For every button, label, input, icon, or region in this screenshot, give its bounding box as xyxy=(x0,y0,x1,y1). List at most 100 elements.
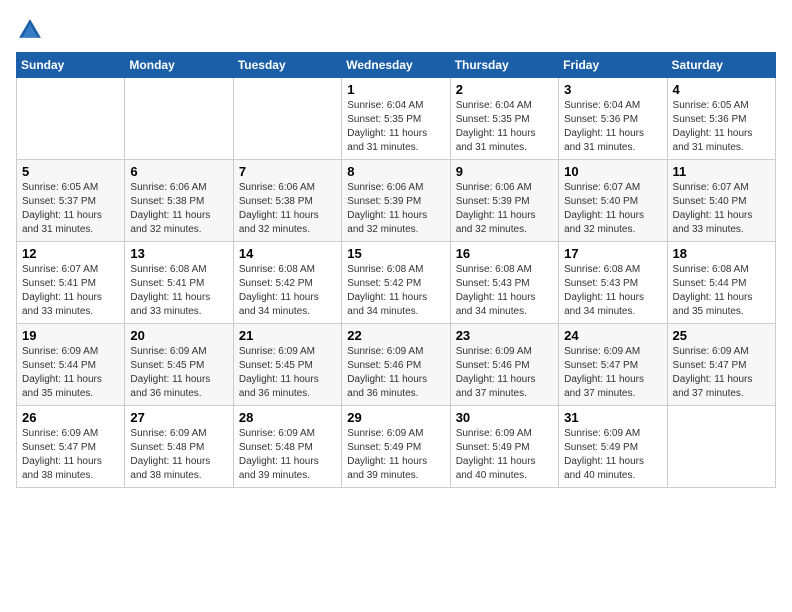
calendar-cell: 1 Sunrise: 6:04 AM Sunset: 5:35 PM Daylig… xyxy=(342,78,450,160)
day-number: 27 xyxy=(130,410,227,425)
day-number: 14 xyxy=(239,246,336,261)
calendar-cell: 24 Sunrise: 6:09 AM Sunset: 5:47 PM Dayli… xyxy=(559,324,667,406)
day-number: 13 xyxy=(130,246,227,261)
calendar-cell xyxy=(125,78,233,160)
day-info: Sunrise: 6:09 AM Sunset: 5:47 PM Dayligh… xyxy=(673,345,770,401)
day-info: Sunrise: 6:04 AM Sunset: 5:35 PM Dayligh… xyxy=(456,99,553,155)
calendar-cell: 19 Sunrise: 6:09 AM Sunset: 5:44 PM Dayli… xyxy=(17,324,125,406)
day-info: Sunrise: 6:05 AM Sunset: 5:36 PM Dayligh… xyxy=(673,99,770,155)
day-number: 22 xyxy=(347,328,444,343)
day-info: Sunrise: 6:09 AM Sunset: 5:46 PM Dayligh… xyxy=(347,345,444,401)
day-info: Sunrise: 6:06 AM Sunset: 5:38 PM Dayligh… xyxy=(130,181,227,237)
day-number: 2 xyxy=(456,82,553,97)
column-header-wednesday: Wednesday xyxy=(342,53,450,78)
day-info: Sunrise: 6:06 AM Sunset: 5:39 PM Dayligh… xyxy=(456,181,553,237)
calendar-cell: 12 Sunrise: 6:07 AM Sunset: 5:41 PM Dayli… xyxy=(17,242,125,324)
day-number: 16 xyxy=(456,246,553,261)
calendar-week-row: 19 Sunrise: 6:09 AM Sunset: 5:44 PM Dayli… xyxy=(17,324,776,406)
calendar-cell: 16 Sunrise: 6:08 AM Sunset: 5:43 PM Dayli… xyxy=(450,242,558,324)
day-number: 5 xyxy=(22,164,119,179)
column-header-friday: Friday xyxy=(559,53,667,78)
day-number: 9 xyxy=(456,164,553,179)
day-number: 18 xyxy=(673,246,770,261)
calendar-week-row: 12 Sunrise: 6:07 AM Sunset: 5:41 PM Dayli… xyxy=(17,242,776,324)
day-number: 21 xyxy=(239,328,336,343)
calendar-cell: 21 Sunrise: 6:09 AM Sunset: 5:45 PM Dayli… xyxy=(233,324,341,406)
day-info: Sunrise: 6:09 AM Sunset: 5:44 PM Dayligh… xyxy=(22,345,119,401)
day-info: Sunrise: 6:09 AM Sunset: 5:45 PM Dayligh… xyxy=(130,345,227,401)
day-info: Sunrise: 6:09 AM Sunset: 5:49 PM Dayligh… xyxy=(456,427,553,483)
calendar-week-row: 1 Sunrise: 6:04 AM Sunset: 5:35 PM Daylig… xyxy=(17,78,776,160)
calendar-cell: 3 Sunrise: 6:04 AM Sunset: 5:36 PM Daylig… xyxy=(559,78,667,160)
day-number: 4 xyxy=(673,82,770,97)
calendar-cell: 22 Sunrise: 6:09 AM Sunset: 5:46 PM Dayli… xyxy=(342,324,450,406)
calendar-cell: 28Sunrise: 6:09 AM Sunset: 5:48 PM Dayli… xyxy=(233,406,341,488)
day-number: 15 xyxy=(347,246,444,261)
day-info: Sunrise: 6:05 AM Sunset: 5:37 PM Dayligh… xyxy=(22,181,119,237)
column-header-tuesday: Tuesday xyxy=(233,53,341,78)
day-info: Sunrise: 6:06 AM Sunset: 5:38 PM Dayligh… xyxy=(239,181,336,237)
calendar-table: SundayMondayTuesdayWednesdayThursdayFrid… xyxy=(16,52,776,488)
day-info: Sunrise: 6:04 AM Sunset: 5:35 PM Dayligh… xyxy=(347,99,444,155)
calendar-cell xyxy=(17,78,125,160)
calendar-cell: 15 Sunrise: 6:08 AM Sunset: 5:42 PM Dayli… xyxy=(342,242,450,324)
day-info: Sunrise: 6:04 AM Sunset: 5:36 PM Dayligh… xyxy=(564,99,661,155)
day-number: 30 xyxy=(456,410,553,425)
calendar-cell: 18 Sunrise: 6:08 AM Sunset: 5:44 PM Dayli… xyxy=(667,242,775,324)
calendar-week-row: 5 Sunrise: 6:05 AM Sunset: 5:37 PM Daylig… xyxy=(17,160,776,242)
day-info: Sunrise: 6:09 AM Sunset: 5:49 PM Dayligh… xyxy=(347,427,444,483)
day-number: 3 xyxy=(564,82,661,97)
day-info: Sunrise: 6:08 AM Sunset: 5:43 PM Dayligh… xyxy=(564,263,661,319)
day-number: 24 xyxy=(564,328,661,343)
column-header-monday: Monday xyxy=(125,53,233,78)
day-info: Sunrise: 6:08 AM Sunset: 5:42 PM Dayligh… xyxy=(347,263,444,319)
calendar-cell: 20 Sunrise: 6:09 AM Sunset: 5:45 PM Dayli… xyxy=(125,324,233,406)
day-number: 25 xyxy=(673,328,770,343)
day-number: 23 xyxy=(456,328,553,343)
day-number: 10 xyxy=(564,164,661,179)
day-info: Sunrise: 6:09 AM Sunset: 5:47 PM Dayligh… xyxy=(564,345,661,401)
day-info: Sunrise: 6:09 AM Sunset: 5:48 PM Dayligh… xyxy=(130,427,227,483)
day-number: 8 xyxy=(347,164,444,179)
day-info: Sunrise: 6:08 AM Sunset: 5:43 PM Dayligh… xyxy=(456,263,553,319)
day-info: Sunrise: 6:09 AM Sunset: 5:45 PM Dayligh… xyxy=(239,345,336,401)
calendar-cell: 26Sunrise: 6:09 AM Sunset: 5:47 PM Dayli… xyxy=(17,406,125,488)
day-number: 31 xyxy=(564,410,661,425)
calendar-cell: 4 Sunrise: 6:05 AM Sunset: 5:36 PM Daylig… xyxy=(667,78,775,160)
calendar-cell xyxy=(667,406,775,488)
calendar-cell: 23 Sunrise: 6:09 AM Sunset: 5:46 PM Dayli… xyxy=(450,324,558,406)
day-info: Sunrise: 6:08 AM Sunset: 5:42 PM Dayligh… xyxy=(239,263,336,319)
calendar-cell: 30 Sunrise: 6:09 AM Sunset: 5:49 PM Dayli… xyxy=(450,406,558,488)
day-info: Sunrise: 6:09 AM Sunset: 5:48 PM Dayligh… xyxy=(239,427,336,483)
day-number: 6 xyxy=(130,164,227,179)
column-header-sunday: Sunday xyxy=(17,53,125,78)
calendar-week-row: 26Sunrise: 6:09 AM Sunset: 5:47 PM Dayli… xyxy=(17,406,776,488)
day-info: Sunrise: 6:09 AM Sunset: 5:46 PM Dayligh… xyxy=(456,345,553,401)
calendar-cell: 31Sunrise: 6:09 AM Sunset: 5:49 PM Dayli… xyxy=(559,406,667,488)
page-header xyxy=(16,16,776,44)
day-info: Sunrise: 6:08 AM Sunset: 5:41 PM Dayligh… xyxy=(130,263,227,319)
calendar-cell: 17 Sunrise: 6:08 AM Sunset: 5:43 PM Dayli… xyxy=(559,242,667,324)
day-number: 20 xyxy=(130,328,227,343)
day-info: Sunrise: 6:07 AM Sunset: 5:40 PM Dayligh… xyxy=(673,181,770,237)
calendar-cell: 27 Sunrise: 6:09 AM Sunset: 5:48 PM Dayli… xyxy=(125,406,233,488)
day-info: Sunrise: 6:07 AM Sunset: 5:41 PM Dayligh… xyxy=(22,263,119,319)
day-info: Sunrise: 6:08 AM Sunset: 5:44 PM Dayligh… xyxy=(673,263,770,319)
calendar-cell: 29 Sunrise: 6:09 AM Sunset: 5:49 PM Dayli… xyxy=(342,406,450,488)
day-info: Sunrise: 6:09 AM Sunset: 5:47 PM Dayligh… xyxy=(22,427,119,483)
calendar-header-row: SundayMondayTuesdayWednesdayThursdayFrid… xyxy=(17,53,776,78)
day-number: 19 xyxy=(22,328,119,343)
logo-icon xyxy=(16,16,44,44)
day-number: 17 xyxy=(564,246,661,261)
day-number: 1 xyxy=(347,82,444,97)
day-number: 29 xyxy=(347,410,444,425)
column-header-thursday: Thursday xyxy=(450,53,558,78)
column-header-saturday: Saturday xyxy=(667,53,775,78)
calendar-cell: 25 Sunrise: 6:09 AM Sunset: 5:47 PM Dayli… xyxy=(667,324,775,406)
calendar-cell xyxy=(233,78,341,160)
logo xyxy=(16,16,48,44)
day-info: Sunrise: 6:06 AM Sunset: 5:39 PM Dayligh… xyxy=(347,181,444,237)
calendar-cell: 6 Sunrise: 6:06 AM Sunset: 5:38 PM Daylig… xyxy=(125,160,233,242)
calendar-cell: 9 Sunrise: 6:06 AM Sunset: 5:39 PM Daylig… xyxy=(450,160,558,242)
day-number: 12 xyxy=(22,246,119,261)
